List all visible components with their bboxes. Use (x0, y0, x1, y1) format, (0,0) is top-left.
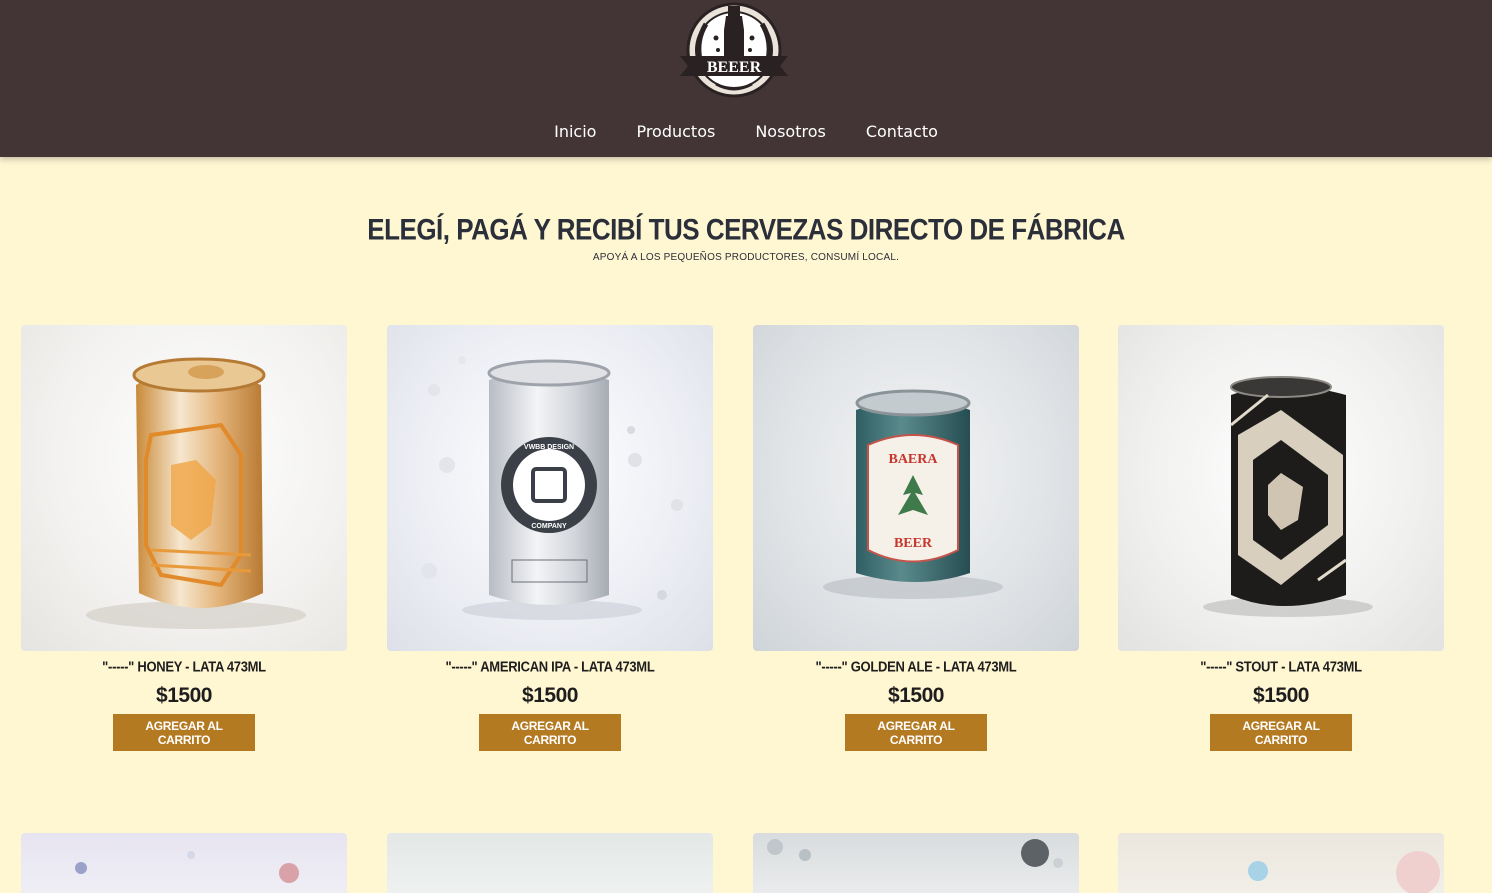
add-to-cart-button[interactable]: Agregar al carrito (479, 714, 621, 751)
product-card: "-----" Honey - Lata 473ml $1500 Agregar… (21, 325, 347, 751)
product-image-row2-3[interactable] (753, 833, 1079, 893)
product-image-american-ipa[interactable]: VWBB DESIGN COMPANY (387, 325, 713, 651)
product-image-row2-1[interactable] (21, 833, 347, 893)
nav-productos[interactable]: Productos (616, 122, 735, 141)
nav-contacto[interactable]: Contacto (846, 122, 958, 141)
svg-text:COMPANY: COMPANY (531, 523, 567, 530)
main-nav: Inicio Productos Nosotros Contacto (0, 122, 1492, 141)
product-image-row2-4[interactable] (1118, 833, 1444, 893)
hero-title: Elegí, pagá y recibí tus cervezas direct… (367, 212, 1125, 247)
product-image-stout[interactable] (1118, 325, 1444, 651)
product-image-row2-2[interactable] (387, 833, 713, 893)
nav-inicio[interactable]: Inicio (534, 122, 616, 141)
product-name: "-----" American IPA - Lata 473ml (445, 658, 655, 675)
product-price: $1500 (1253, 684, 1309, 707)
svg-text:BEEER: BEEER (707, 59, 762, 76)
add-to-cart-button[interactable]: Agregar al carrito (845, 714, 987, 751)
product-name: "-----" Honey - Lata 473ml (102, 658, 266, 675)
product-price: $1500 (888, 684, 944, 707)
beeer-logo[interactable]: BEEER (678, 0, 790, 104)
nav-nosotros[interactable]: Nosotros (735, 122, 846, 141)
add-to-cart-button[interactable]: Agregar al carrito (1210, 714, 1352, 751)
svg-text:BAERA: BAERA (888, 452, 938, 467)
hero-subtitle: Apoyá a los pequeños productores, consum… (592, 252, 900, 263)
product-price: $1500 (156, 684, 212, 707)
svg-text:BEER: BEER (894, 536, 933, 551)
product-image-golden-ale[interactable]: BAERA BEER (753, 325, 1079, 651)
product-price: $1500 (522, 684, 578, 707)
product-card: BAERA BEER "-----" Golden Ale - Lata 473… (753, 325, 1079, 751)
product-image-honey[interactable] (21, 325, 347, 651)
product-card: "-----" Stout - Lata 473ml $1500 Agregar… (1118, 325, 1444, 751)
product-card: VWBB DESIGN COMPANY "-----" American IPA… (387, 325, 713, 751)
site-header: BEEER Inicio Productos Nosotros Contacto (0, 0, 1492, 157)
product-name: "-----" Golden Ale - Lata 473ml (815, 658, 1017, 675)
add-to-cart-button[interactable]: Agregar al carrito (113, 714, 255, 751)
svg-text:VWBB DESIGN: VWBB DESIGN (524, 444, 574, 451)
product-name: "-----" Stout - Lata 473ml (1200, 658, 1362, 675)
